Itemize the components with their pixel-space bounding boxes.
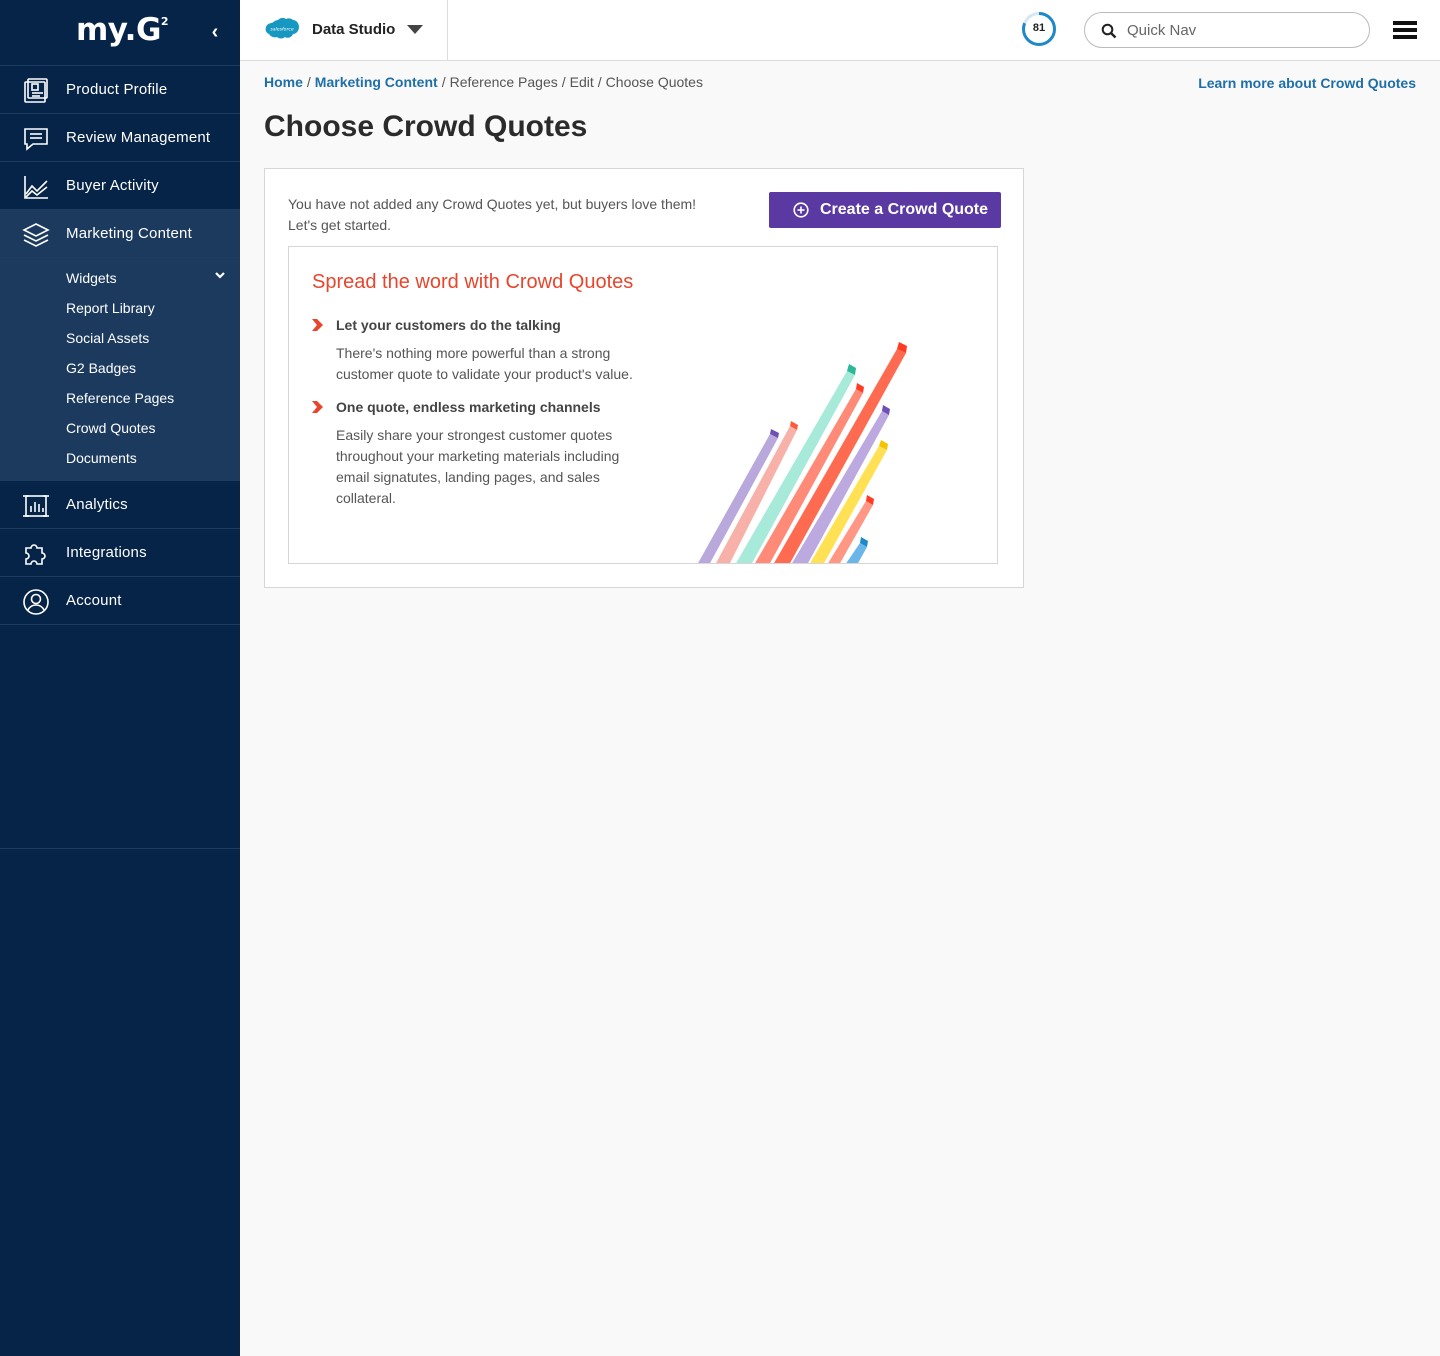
subnav-item-label: Reference Pages <box>66 390 175 406</box>
breadcrumb-marketing-content[interactable]: Marketing Content <box>315 74 438 90</box>
sidebar-item-label: Product Profile <box>66 81 168 98</box>
breadcrumb-separator: / <box>441 74 446 90</box>
logo-superscript: 2 <box>160 14 169 28</box>
feature-title: Let your customers do the talking <box>336 317 561 333</box>
subnav-item-report-library[interactable]: Report Library <box>0 294 240 324</box>
subnav-item-crowd-quotes[interactable]: Crowd Quotes <box>0 414 240 444</box>
promo-panel: Spread the word with Crowd Quotes Let yo… <box>288 246 998 564</box>
product-name: Data Studio <box>312 21 396 38</box>
search-icon <box>1101 23 1117 39</box>
breadcrumb-separator: / <box>597 74 602 90</box>
sidebar-item-review-management[interactable]: Review Management <box>0 114 240 162</box>
subnav-item-label: Social Assets <box>66 330 150 346</box>
subnav-item-label: G2 Badges <box>66 360 137 376</box>
salesforce-logo-text: salesforce <box>270 27 294 33</box>
breadcrumb-separator: / <box>561 74 566 90</box>
breadcrumb-home[interactable]: Home <box>264 74 303 90</box>
empty-state-message: You have not added any Crowd Quotes yet,… <box>288 196 697 233</box>
sidebar-item-marketing-content[interactable]: Marketing Content <box>0 210 240 258</box>
breadcrumb: Home / Marketing Content / Reference Pages / E… <box>264 74 703 90</box>
feature-body: There's nothing more powerful than a str… <box>336 345 633 382</box>
crowd-quotes-card: You have not added any Crowd Quotes yet,… <box>264 168 1024 588</box>
collapse-sidebar-button[interactable]: ‹ <box>205 20 225 44</box>
sidebar-item-label: Account <box>66 592 122 609</box>
sidebar-item-label: Marketing Content <box>66 225 192 242</box>
divider <box>0 848 240 849</box>
feature-item: One quote, endless marketing channels Ea… <box>312 399 652 509</box>
bar-chart-icon <box>23 495 49 517</box>
subnav-item-label: Widgets <box>66 270 117 286</box>
sidebar-item-label: Review Management <box>66 129 211 146</box>
sidebar-item-label: Buyer Activity <box>66 177 159 194</box>
menu-icon[interactable] <box>1393 20 1417 40</box>
g2-logo[interactable]: my.G2 <box>76 12 169 48</box>
plus-circle-icon <box>793 202 809 218</box>
chevron-down-icon[interactable] <box>213 268 227 282</box>
create-button-label: Create a Crowd Quote <box>820 201 989 218</box>
subnav-item-label: Documents <box>66 450 137 466</box>
caret-down-icon <box>407 25 423 34</box>
product-profile-icon <box>24 78 48 103</box>
breadcrumb-separator: / <box>306 74 311 90</box>
sidebar-item-buyer-activity[interactable]: Buyer Activity <box>0 162 240 210</box>
feature-title: One quote, endless marketing channels <box>336 399 601 415</box>
subnav-item-widgets[interactable]: Widgets <box>0 264 240 294</box>
breadcrumb-reference-pages: Reference Pages <box>449 74 558 90</box>
sidebar: my.G2 ‹ Product Profile Review Managemen… <box>0 0 240 1356</box>
page-title: Choose Crowd Quotes <box>264 110 588 143</box>
subnav-item-label: Report Library <box>66 300 155 316</box>
chevron-right-icon <box>312 401 323 413</box>
chat-icon <box>24 128 48 151</box>
sidebar-item-product-profile[interactable]: Product Profile <box>0 66 240 114</box>
subnav-item-label: Crowd Quotes <box>66 420 156 436</box>
subnav-item-reference-pages[interactable]: Reference Pages <box>0 384 240 414</box>
quick-nav-search[interactable] <box>1084 12 1370 48</box>
subnav-item-social-assets[interactable]: Social Assets <box>0 324 240 354</box>
salesforce-logo-icon: salesforce <box>265 17 299 39</box>
line-chart-icon <box>24 176 48 199</box>
puzzle-icon <box>25 544 46 565</box>
sidebar-item-label: Integrations <box>66 544 147 561</box>
crowd-quotes-illustration <box>698 342 907 563</box>
sidebar-item-integrations[interactable]: Integrations <box>0 529 240 577</box>
chevron-right-icon <box>312 319 323 331</box>
subnav-item-g2-badges[interactable]: G2 Badges <box>0 354 240 384</box>
user-circle-icon <box>23 589 49 615</box>
topbar: salesforce Data Studio 81 <box>240 0 1440 61</box>
sidebar-header: my.G2 ‹ <box>0 0 240 66</box>
sidebar-item-analytics[interactable]: Analytics <box>0 481 240 529</box>
sidebar-item-label: Analytics <box>66 496 128 513</box>
logo-text: my.G <box>76 12 161 48</box>
feature-body: Easily share your strongest customer quo… <box>336 427 620 506</box>
breadcrumb-edit: Edit <box>569 74 594 90</box>
learn-more-link[interactable]: Learn more about Crowd Quotes <box>1198 75 1416 91</box>
marketing-content-subnav: Widgets Report Library Social Assets G2 … <box>0 258 240 481</box>
product-switcher[interactable]: salesforce Data Studio <box>240 0 448 60</box>
layers-icon <box>22 223 50 247</box>
search-input[interactable] <box>1127 19 1357 41</box>
sidebar-item-account[interactable]: Account <box>0 577 240 625</box>
promo-title: Spread the word with Crowd Quotes <box>312 271 634 293</box>
breadcrumb-current: Choose Quotes <box>605 74 703 90</box>
create-crowd-quote-button[interactable]: Create a Crowd Quote <box>769 192 1001 228</box>
subnav-item-documents[interactable]: Documents <box>0 444 240 474</box>
profile-score-value: 81 <box>1032 22 1046 34</box>
feature-item: Let your customers do the talking There'… <box>312 317 652 387</box>
